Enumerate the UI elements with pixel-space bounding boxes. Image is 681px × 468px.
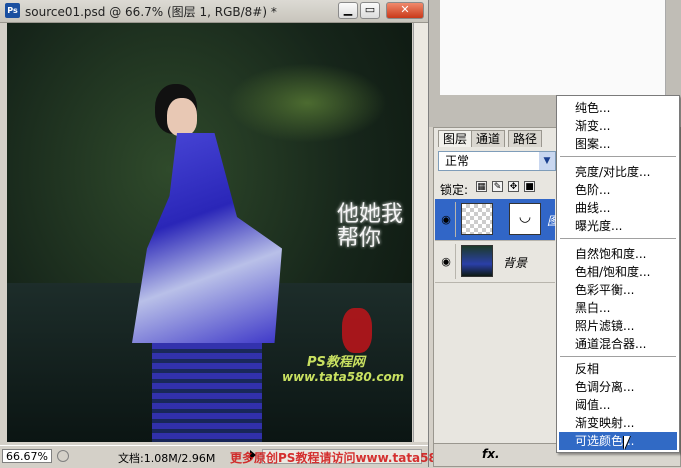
eye-icon[interactable]: ◉ [437,202,456,237]
status-info-icon[interactable] [57,450,69,462]
photoshop-icon: Ps [5,3,20,18]
layer-thumbnail [461,203,493,235]
blue-dress [132,133,282,343]
menu-item-threshold[interactable]: 阈值... [559,396,677,414]
menu-separator [560,156,676,157]
menu-item-levels[interactable]: 色阶... [559,181,677,199]
image-canvas[interactable]: 他她我帮你 PS教程网 www.tata580.com [7,23,412,442]
blend-mode-value: 正常 [445,154,470,168]
adjustment-layer-menu: 纯色... 渐变... 图案... 亮度/对比度... 色阶... 曲线... … [556,95,680,453]
menu-item-posterize[interactable]: 色调分离... [559,378,677,396]
fx-icon[interactable]: fx. [482,447,500,461]
empty-panel [440,0,666,95]
menu-item-vibrance[interactable]: 自然饱和度... [559,245,677,263]
lock-label: 锁定: [440,183,469,197]
blend-mode-select[interactable]: 正常 ▼ [438,151,556,171]
menu-item-selective-color[interactable]: 可选颜色... [559,432,677,450]
chevron-down-icon[interactable]: ▼ [539,152,555,170]
menu-separator [560,238,676,239]
layer-row[interactable]: ◉ ◡ 图 [435,199,559,241]
vertical-scrollbar[interactable] [413,23,428,442]
lock-transparency-icon[interactable]: ▦ [476,181,487,192]
close-button[interactable]: ✕ [386,2,424,19]
watermark-title: PS教程网 [307,355,365,370]
eye-icon[interactable]: ◉ [437,244,456,279]
menu-item-solid-color[interactable]: 纯色... [559,99,677,117]
menu-item-color-balance[interactable]: 色彩平衡... [559,281,677,299]
layer-name: 背景 [503,256,528,270]
menu-item-black-white[interactable]: 黑白... [559,299,677,317]
lock-move-icon[interactable]: ✥ [508,181,519,192]
mouse-cursor-icon [624,436,630,450]
menu-item-gradient-map[interactable]: 渐变映射... [559,414,677,432]
red-seal [342,308,372,353]
menu-item-curves[interactable]: 曲线... [559,199,677,217]
layer-thumbnail [461,245,493,277]
lock-brush-icon[interactable]: ✎ [492,181,503,192]
menu-item-brightness-contrast[interactable]: 亮度/对比度... [559,163,677,181]
menu-item-photo-filter[interactable]: 照片滤镜... [559,317,677,335]
layer-mask-thumbnail[interactable]: ◡ [509,203,541,235]
menu-item-gradient[interactable]: 渐变... [559,117,677,135]
restore-button[interactable]: ▭ [360,2,380,19]
tab-paths[interactable]: 路径 [508,130,543,147]
woman-head [167,98,197,136]
menu-item-exposure[interactable]: 曝光度... [559,217,677,235]
calligraphy-text: 他她我帮你 [337,202,404,251]
menu-item-invert[interactable]: 反相 [559,360,677,378]
layer-row[interactable]: ◉ 背景 [435,241,555,283]
menu-separator [560,356,676,357]
watermark-url: www.tata580.com [282,370,405,384]
menu-item-pattern[interactable]: 图案... [559,135,677,153]
zoom-field[interactable]: 66.67% [2,449,52,463]
menu-item-hue-saturation[interactable]: 色相/饱和度... [559,263,677,281]
menu-item-channel-mixer[interactable]: 通道混合器... [559,335,677,353]
document-titlebar[interactable]: Ps source01.psd @ 66.7% (图层 1, RGB/8#) *… [0,0,428,23]
document-title: source01.psd @ 66.7% (图层 1, RGB/8#) * [25,5,277,19]
document-window: Ps source01.psd @ 66.7% (图层 1, RGB/8#) *… [0,0,429,468]
document-size: 文档:1.08M/2.96M [118,452,216,465]
tab-channels[interactable]: 通道 [471,130,506,147]
lock-all-icon[interactable]: ■ [524,181,535,192]
foliage-area [227,63,387,143]
tab-layers[interactable]: 图层 [438,130,473,147]
dress-reflection [152,343,262,442]
minimize-button[interactable]: ▁ [338,2,358,19]
